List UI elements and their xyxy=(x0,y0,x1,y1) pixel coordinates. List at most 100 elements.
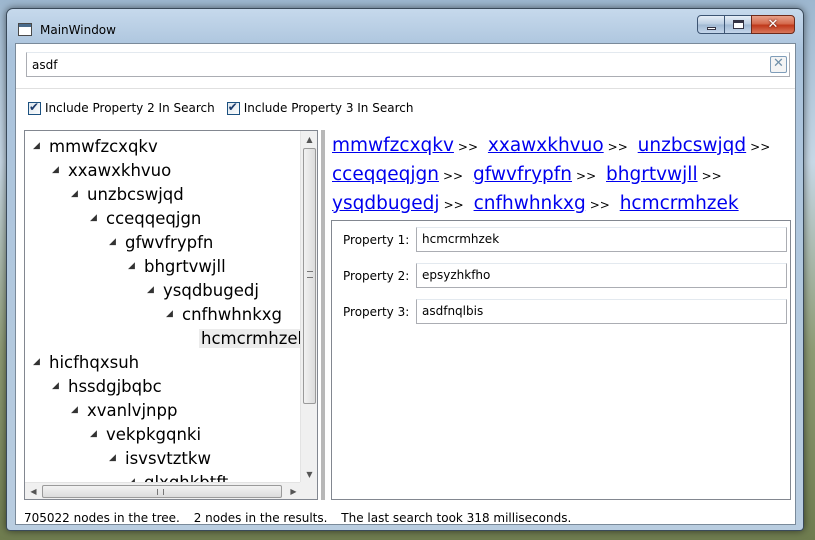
tree-item-label: hicfhqxsuh xyxy=(49,352,140,372)
maximize-button[interactable] xyxy=(724,15,752,34)
tree-item-label: gfwvfrypfn xyxy=(125,232,214,252)
property-3-field[interactable]: asdfnqlbis xyxy=(416,299,787,324)
tree-item[interactable]: ◢ hssdgjbqbc xyxy=(52,375,164,397)
tree-item-label: hcmcrmhzek xyxy=(199,328,310,348)
scroll-up-arrow-icon[interactable]: ▲ xyxy=(301,131,317,148)
expanded-arrow-icon[interactable]: ◢ xyxy=(52,165,66,175)
breadcrumb-separator: >> xyxy=(607,140,628,154)
client-area: asdf ✕ Include Property 2 In Search Incl… xyxy=(15,43,796,525)
tree-item-label: xxawxkhvuo xyxy=(68,160,172,180)
breadcrumb-separator: >> xyxy=(701,169,722,183)
tree-vertical-scrollbar[interactable]: ▲ ▼ xyxy=(300,131,317,483)
tree-item[interactable]: ◢ cnfhwhnkxg xyxy=(166,303,284,325)
tree-item[interactable]: ◢ isvsvtztkw xyxy=(109,447,213,469)
status-result-count: 2 nodes in the results. xyxy=(193,511,328,525)
maximize-icon xyxy=(733,20,744,29)
breadcrumb-link[interactable]: gfwvfrypfn xyxy=(473,164,572,185)
expanded-arrow-icon[interactable]: ◢ xyxy=(33,357,47,367)
breadcrumb-separator: >> xyxy=(589,198,610,212)
properties-panel: Property 1: hcmcrmhzek Property 2: epsyz… xyxy=(331,220,791,500)
breadcrumb-link[interactable]: unzbcswjqd xyxy=(638,135,746,156)
tree-item-label: ysqdbugedj xyxy=(163,280,259,300)
title-bar[interactable]: MainWindow ✕ xyxy=(7,9,803,43)
expanded-arrow-icon[interactable]: ◢ xyxy=(33,141,47,151)
include-property-3-label[interactable]: Include Property 3 In Search xyxy=(244,101,414,115)
tree-item[interactable]: ◢ xxawxkhvuo xyxy=(52,159,173,181)
app-window-icon[interactable] xyxy=(18,23,32,36)
breadcrumb: mmwfzcxqkv >> xxawxkhvuo >> unzbcswjqd >> c… xyxy=(332,132,792,219)
status-node-count: 705022 nodes in the tree. xyxy=(24,511,180,525)
breadcrumb-link[interactable]: cceqqeqjgn xyxy=(332,164,439,185)
tree-item[interactable]: ◢ bhgrtvwjll xyxy=(128,255,228,277)
property-2-label: Property 2: xyxy=(343,269,410,283)
breadcrumb-link[interactable]: mmwfzcxqkv xyxy=(332,135,454,156)
tree-item[interactable]: ◢ mmwfzcxqkv xyxy=(33,135,160,157)
window-title: MainWindow xyxy=(40,23,116,37)
expanded-arrow-icon[interactable]: ◢ xyxy=(90,213,104,223)
breadcrumb-separator: >> xyxy=(443,198,464,212)
tree-item-label: xvanlvjnpp xyxy=(87,400,178,420)
divider xyxy=(16,88,795,89)
expanded-arrow-icon[interactable]: ◢ xyxy=(109,237,123,247)
property-3-row: Property 3: asdfnqlbis xyxy=(332,299,790,325)
tree-item[interactable]: hcmcrmhzek xyxy=(185,327,310,349)
scroll-down-arrow-icon[interactable]: ▼ xyxy=(301,466,317,483)
horizontal-scroll-thumb[interactable] xyxy=(42,485,282,498)
tree-item[interactable]: ◢ unzbcswjqd xyxy=(71,183,186,205)
expanded-arrow-icon[interactable]: ◢ xyxy=(71,189,85,199)
property-2-field[interactable]: epsyzhkfho xyxy=(416,263,787,288)
tree-view[interactable]: ◢ mmwfzcxqkv ◢ xxawxkhvuo ◢ unzbcswjqd ◢ cceqqe… xyxy=(24,130,318,500)
expanded-arrow-icon[interactable]: ◢ xyxy=(128,261,142,271)
breadcrumb-link[interactable]: bhgrtvwjll xyxy=(606,164,698,185)
expanded-arrow-icon[interactable]: ◢ xyxy=(90,429,104,439)
breadcrumb-link[interactable]: hcmcrmhzek xyxy=(620,193,739,214)
expanded-arrow-icon[interactable]: ◢ xyxy=(166,309,180,319)
status-search-time: The last search took 318 milliseconds. xyxy=(341,511,572,525)
close-icon: ✕ xyxy=(767,17,779,32)
clear-icon: ✕ xyxy=(773,56,784,71)
property-1-label: Property 1: xyxy=(343,233,410,247)
breadcrumb-separator: >> xyxy=(457,140,479,154)
vertical-scroll-thumb[interactable] xyxy=(303,148,316,404)
search-options: Include Property 2 In Search Include Pro… xyxy=(28,100,425,115)
tree-item-label: vekpkgqnki xyxy=(106,424,202,444)
breadcrumb-link[interactable]: cnfhwhnkxg xyxy=(474,193,586,214)
panel-splitter[interactable] xyxy=(321,130,325,500)
search-input[interactable]: asdf ✕ xyxy=(26,52,790,77)
tree-item[interactable]: ◢ cceqqeqjgn xyxy=(90,207,203,229)
clear-search-button[interactable]: ✕ xyxy=(770,56,787,73)
include-property-3-checkbox[interactable] xyxy=(226,100,240,115)
main-window: MainWindow ✕ asdf ✕ Include Property 2 I… xyxy=(6,8,804,531)
breadcrumb-link[interactable]: ysqdbugedj xyxy=(332,193,440,214)
tree-item[interactable]: ◢ gfwvfrypfn xyxy=(109,231,215,253)
include-property-2-checkbox[interactable] xyxy=(28,100,41,115)
tree-item-label: cceqqeqjgn xyxy=(106,208,202,228)
tree-horizontal-scrollbar[interactable]: ◀ ▶ xyxy=(25,482,302,499)
expanded-arrow-icon[interactable]: ◢ xyxy=(109,453,123,463)
include-property-2-label[interactable]: Include Property 2 In Search xyxy=(45,101,215,115)
tree-item[interactable]: ◢ xvanlvjnpp xyxy=(71,399,179,421)
tree-item[interactable]: ◢ ysqdbugedj xyxy=(147,279,261,301)
minimize-icon xyxy=(707,27,716,30)
expanded-arrow-icon[interactable]: ◢ xyxy=(71,405,85,415)
tree-item-label: cnfhwhnkxg xyxy=(182,304,282,324)
property-3-label: Property 3: xyxy=(343,305,410,319)
caption-buttons: ✕ xyxy=(697,15,795,35)
scroll-left-arrow-icon[interactable]: ◀ xyxy=(25,483,42,499)
status-bar: 705022 nodes in the tree. 2 nodes in the… xyxy=(24,511,581,525)
tree-item[interactable]: ◢ vekpkgqnki xyxy=(90,423,203,445)
minimize-button[interactable] xyxy=(697,15,725,34)
tree-item[interactable]: ◢ hicfhqxsuh xyxy=(33,351,141,373)
property-1-field[interactable]: hcmcrmhzek xyxy=(416,227,787,252)
breadcrumb-link[interactable]: xxawxkhvuo xyxy=(488,135,604,156)
close-button[interactable]: ✕ xyxy=(751,15,795,34)
breadcrumb-separator: >> xyxy=(442,169,464,183)
breadcrumb-separator: >> xyxy=(750,140,771,154)
tree-item-label: bhgrtvwjll xyxy=(144,256,226,276)
tree-item-label: mmwfzcxqkv xyxy=(49,136,158,156)
property-2-row: Property 2: epsyzhkfho xyxy=(332,263,790,289)
tree-item-label: unzbcswjqd xyxy=(87,184,184,204)
expanded-arrow-icon[interactable]: ◢ xyxy=(52,381,66,391)
scroll-corner xyxy=(300,482,317,499)
expanded-arrow-icon[interactable]: ◢ xyxy=(147,285,161,295)
